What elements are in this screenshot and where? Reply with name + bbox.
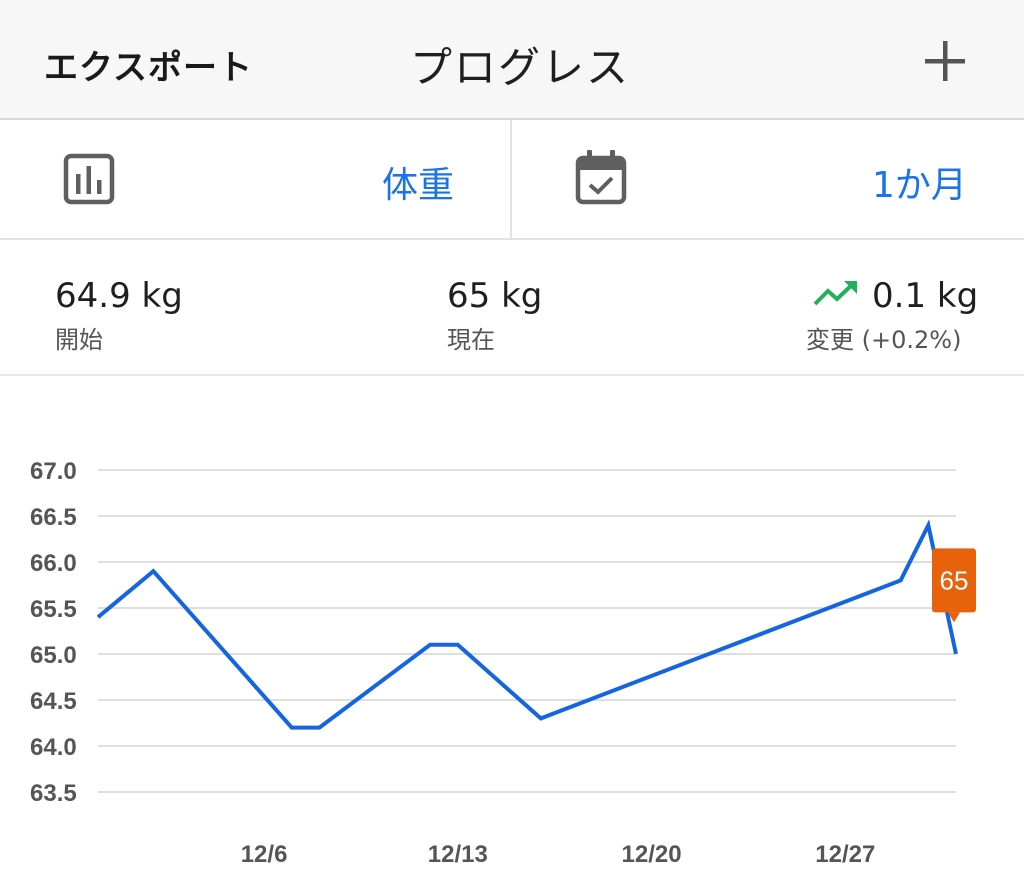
x-tick-label: 12/6 (241, 841, 288, 868)
current-value: 65 kg (447, 276, 543, 316)
x-tick-label: 12/13 (428, 841, 488, 868)
current-label: 現在 (447, 326, 495, 354)
change-value: 0.1 kg (872, 276, 979, 316)
calendar-check-icon (575, 150, 627, 205)
stats-row: 64.9 kg 開始 65 kg 現在 0.1 kg 変更 (+0.2%) (0, 240, 1024, 376)
trending-up-icon (813, 281, 857, 306)
period-label: 1か月 (872, 165, 967, 206)
chart-series (96, 519, 958, 730)
y-tick-label: 67.0 (30, 458, 77, 485)
bar-chart-icon (63, 153, 115, 205)
export-button[interactable]: エクスポート (44, 40, 253, 89)
y-tick-label: 66.5 (30, 504, 77, 531)
metric-label: 体重 (382, 165, 455, 206)
y-tick-label: 64.0 (30, 734, 77, 761)
y-tick-label: 63.5 (30, 780, 77, 807)
start-label: 開始 (55, 326, 103, 354)
page-title: プログレス (410, 43, 631, 92)
header-bar: エクスポート プログレス (0, 0, 1024, 120)
change-label: 変更 (+0.2%) (806, 326, 962, 354)
y-axis-ticks: 67.0 66.5 66.0 65.5 65.0 64.5 64.0 63.5 (30, 458, 77, 807)
weight-chart: 67.066.566.065.565.064.564.063.5 12/6 12/… (30, 458, 976, 868)
y-tick-label: 64.5 (30, 688, 77, 715)
metric-selector[interactable]: 体重 (0, 120, 510, 238)
x-tick-label: 12/27 (815, 841, 875, 868)
x-tick-label: 12/20 (622, 841, 682, 868)
y-tick-label: 65.0 (30, 642, 77, 669)
plus-icon[interactable] (922, 38, 968, 84)
period-selector[interactable]: 1か月 (512, 120, 1024, 238)
current-value-marker: 65 (932, 548, 976, 623)
y-tick-label: 65.5 (30, 596, 77, 623)
y-tick-label: 66.0 (30, 550, 77, 577)
weight-line (96, 519, 958, 730)
chart-grid (98, 469, 956, 793)
x-axis-ticks: 12/6 12/13 12/20 12/27 (241, 841, 876, 868)
selector-row: 体重 1か月 (0, 120, 1024, 240)
marker-label: 65 (940, 565, 969, 595)
start-value: 64.9 kg (55, 276, 183, 316)
